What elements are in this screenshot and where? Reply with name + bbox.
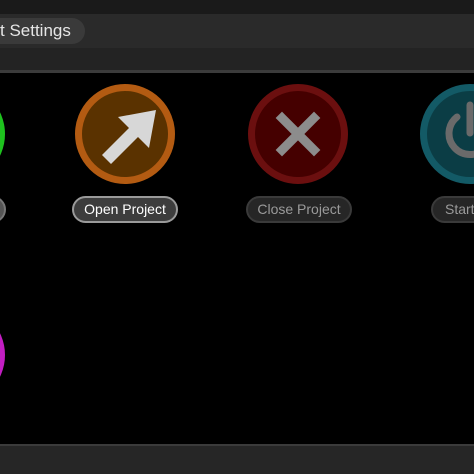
header-divider <box>0 70 474 73</box>
start-button[interactable] <box>420 84 474 184</box>
green-action-label[interactable] <box>0 196 6 223</box>
close-project-button[interactable] <box>248 84 348 184</box>
arrow-up-right-icon <box>102 110 156 164</box>
open-project-label[interactable]: Open Project <box>72 196 178 223</box>
magenta-action-button[interactable] <box>0 305 5 405</box>
x-close-icon <box>275 111 321 157</box>
top-bar <box>0 0 474 14</box>
page-title: t Settings <box>0 18 85 44</box>
bottom-bar <box>0 444 474 474</box>
power-icon <box>445 101 474 158</box>
sub-bar <box>0 48 474 70</box>
close-project-label[interactable]: Close Project <box>246 196 352 223</box>
green-action-button[interactable] <box>0 84 5 184</box>
open-project-button[interactable] <box>75 84 175 184</box>
app-screen: t Settings Open Project Close Project St… <box>0 0 474 474</box>
start-label[interactable]: Start <box>431 196 474 223</box>
